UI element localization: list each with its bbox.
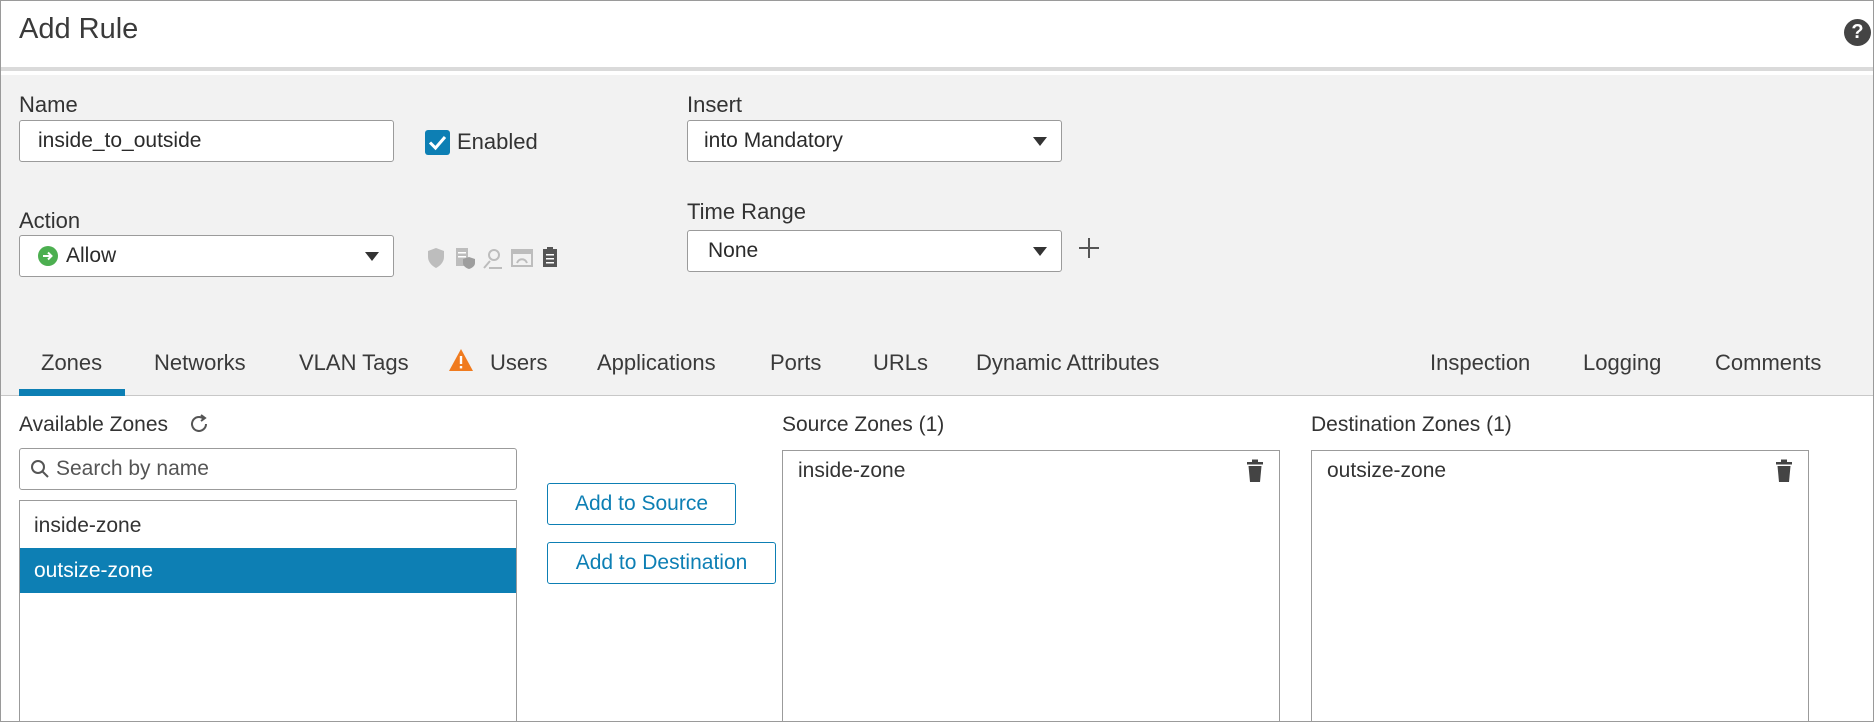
chevron-down-icon [1033, 137, 1047, 146]
file-policy-icon[interactable] [454, 247, 476, 269]
refresh-icon[interactable] [188, 413, 210, 435]
tab-inspection[interactable]: Inspection [1430, 350, 1530, 376]
search-icon [31, 460, 49, 478]
intrusion-policy-icon[interactable] [426, 247, 446, 269]
source-zones-label: Source Zones (1) [782, 413, 945, 436]
chevron-down-icon [365, 252, 379, 261]
help-icon[interactable]: ? [1844, 19, 1871, 46]
warning-icon [449, 349, 473, 371]
identity-icon[interactable] [482, 247, 504, 269]
enabled-checkbox[interactable] [425, 130, 450, 155]
tab-users[interactable]: Users [490, 350, 547, 376]
tab-urls[interactable]: URLs [873, 350, 928, 376]
search-placeholder: Search by name [56, 457, 209, 480]
action-select[interactable]: Allow [19, 235, 394, 277]
logging-icon[interactable] [542, 246, 558, 268]
allow-icon [38, 246, 58, 266]
list-item[interactable]: outsize-zone [20, 548, 516, 593]
trash-icon[interactable] [1775, 459, 1793, 483]
trash-icon[interactable] [1246, 459, 1264, 483]
search-input[interactable]: Search by name [19, 448, 517, 490]
tab-networks[interactable]: Networks [154, 350, 246, 376]
tab-applications[interactable]: Applications [597, 350, 716, 376]
check-icon [428, 136, 447, 151]
enabled-label: Enabled [457, 129, 538, 154]
add-to-source-button[interactable]: Add to Source [547, 483, 736, 525]
time-range-label: Time Range [687, 199, 807, 224]
tab-dynamic-attributes[interactable]: Dynamic Attributes [976, 350, 1159, 376]
active-tab-indicator [19, 389, 125, 396]
source-zones-list: inside-zone [782, 450, 1280, 722]
tab-logging[interactable]: Logging [1583, 350, 1661, 376]
insert-select[interactable]: into Mandatory [687, 120, 1062, 162]
name-label: Name [19, 92, 78, 117]
add-to-destination-button[interactable]: Add to Destination [547, 542, 776, 584]
time-range-select[interactable]: None [687, 230, 1062, 272]
destination-zone-item: outsize-zone [1327, 459, 1447, 482]
tab-ports[interactable]: Ports [770, 350, 821, 376]
tab-comments[interactable]: Comments [1715, 350, 1821, 376]
tab-zones[interactable]: Zones [41, 350, 102, 376]
action-value: Allow [66, 244, 117, 267]
dialog-title: Add Rule [19, 13, 139, 45]
available-zones-label: Available Zones [19, 413, 169, 436]
dialog-header: Add Rule ? [1, 1, 1873, 71]
name-input[interactable]: inside_to_outside [19, 120, 394, 162]
destination-zones-label: Destination Zones (1) [1311, 413, 1512, 436]
insert-label: Insert [687, 92, 743, 117]
destination-zones-list: outsize-zone [1311, 450, 1809, 722]
action-label: Action [19, 208, 81, 233]
tab-vlan-tags[interactable]: VLAN Tags [299, 350, 409, 376]
time-range-value: None [708, 239, 759, 262]
rule-form: Name inside_to_outside Enabled Insert in… [1, 75, 1873, 396]
source-zone-item: inside-zone [798, 459, 906, 482]
chevron-down-icon [1033, 247, 1047, 256]
list-item[interactable]: inside-zone [20, 503, 516, 548]
browser-icon[interactable] [511, 249, 533, 267]
insert-value: into Mandatory [704, 129, 843, 152]
available-zones-list: inside-zone outsize-zone [19, 500, 517, 722]
add-time-range-icon[interactable] [1078, 237, 1100, 259]
